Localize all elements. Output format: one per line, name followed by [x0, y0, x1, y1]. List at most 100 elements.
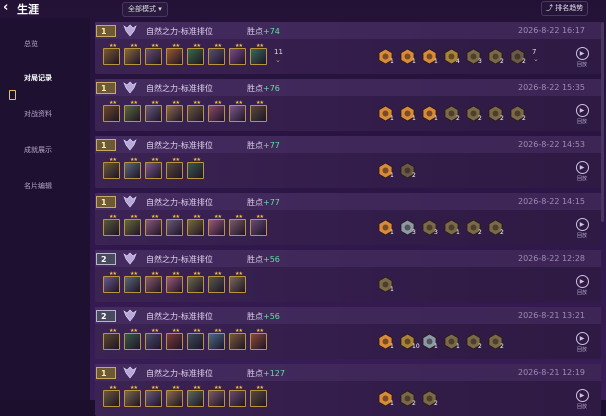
match-row[interactable]: 2 自然之力-标准排位 胜点+56 2026-8-21 13:21 ★★ ★★ ★★ ★★ ★★… [95, 307, 601, 359]
champion-portrait[interactable]: ★★ [124, 158, 141, 179]
champion-portrait[interactable]: ★★ [145, 329, 162, 350]
champion-portrait[interactable]: ★★ [250, 329, 267, 350]
trait-count: 3 [478, 58, 482, 65]
champion-portrait[interactable]: ★★ [187, 329, 204, 350]
champion-portrait[interactable]: ★★ [103, 272, 120, 293]
champion-portrait[interactable]: ★★ [103, 101, 120, 122]
star-level-icon: ★★ [256, 214, 264, 220]
champion-portrait[interactable]: ★★ [166, 44, 183, 65]
match-row[interactable]: 2 自然之力-标准排位 胜点+56 2026-8-22 12:28 ★★ ★★ ★★ ★★ ★★… [95, 250, 601, 302]
sidebar-item-achievements[interactable]: 成就展示 [24, 145, 52, 155]
champion-portrait[interactable]: ★★ [145, 215, 162, 236]
sidebar-item-card-edit[interactable]: 名片编辑 [24, 181, 52, 191]
match-row[interactable]: 1 自然之力-标准排位 胜点+127 2026-8-21 12:19 ★★ ★★ ★★ ★★ ★… [95, 364, 601, 416]
champion-portrait[interactable]: ★★ [229, 101, 246, 122]
champion-portrait[interactable]: ★★ [187, 386, 204, 407]
trait-count: 1 [390, 172, 394, 179]
placement-badge: 1 [96, 367, 116, 379]
star-level-icon: ★★ [109, 214, 117, 220]
match-row[interactable]: 1 自然之力-标准排位 胜点+77 2026-8-22 14:15 ★★ ★★ ★★ ★★ ★★… [95, 193, 601, 245]
mode-filter-dropdown[interactable]: 全部模式 ▾ [122, 2, 168, 17]
champion-portrait[interactable]: ★★ [208, 101, 225, 122]
champion-portrait[interactable]: ★★ [250, 386, 267, 407]
champion-portrait[interactable]: ★★ [229, 386, 246, 407]
replay-label: 回放 [576, 347, 587, 353]
champion-portrait[interactable]: ★★ [187, 272, 204, 293]
replay-button[interactable]: ▶ 回放 [573, 332, 591, 353]
champion-portrait[interactable]: ★★ [166, 272, 183, 293]
champion-portrait[interactable]: ★★ [208, 386, 225, 407]
scrollbar[interactable] [601, 22, 604, 222]
star-level-icon: ★★ [214, 328, 222, 334]
star-level-icon: ★★ [256, 100, 264, 106]
champion-portrait[interactable]: ★★ [103, 44, 120, 65]
play-icon: ▶ [575, 47, 589, 60]
champion-portrait[interactable]: ★★ [103, 329, 120, 350]
replay-button[interactable]: ▶ 回放 [573, 275, 591, 296]
replay-button[interactable]: ▶ 回放 [573, 104, 591, 125]
champion-portrait[interactable]: ★★ [166, 101, 183, 122]
champion-portrait[interactable]: ★★ [124, 44, 141, 65]
placement-badge: 1 [96, 196, 116, 208]
sidebar-item-battle-data[interactable]: 对战资料 [24, 109, 52, 119]
champion-portrait[interactable]: ★★ [187, 44, 204, 65]
champion-portrait[interactable]: ★★ [229, 329, 246, 350]
champion-portrait[interactable]: ★★ [103, 215, 120, 236]
champion-portrait[interactable]: ★★ [166, 215, 183, 236]
champion-portrait[interactable]: ★★ [145, 101, 162, 122]
champion-portrait[interactable]: ★★ [229, 215, 246, 236]
champion-portrait[interactable]: ★★ [124, 386, 141, 407]
champion-portrait[interactable]: ★★ [166, 386, 183, 407]
champion-portrait[interactable]: ★★ [250, 215, 267, 236]
champion-portrait[interactable]: ★★ [145, 386, 162, 407]
trait-count: 1 [456, 343, 460, 350]
match-row[interactable]: 1 自然之力-标准排位 胜点+76 2026-8-22 15:35 ★★ ★★ ★★ ★★ ★★… [95, 79, 601, 131]
match-date: 2026-8-22 12:28 [518, 254, 585, 263]
sidebar-item-overview[interactable]: 总览 [24, 39, 38, 49]
champion-portrait[interactable]: ★★ [208, 329, 225, 350]
rank-trend-button[interactable]: ⤴ 排名趋势 [541, 1, 589, 16]
rank-emblem-icon [123, 195, 137, 208]
champion-portrait[interactable]: ★★ [124, 272, 141, 293]
score-label-text: 胜点 [247, 369, 263, 378]
trait-count: 2 [522, 115, 526, 122]
match-row[interactable]: 1 自然之力-标准排位 胜点+74 2026-8-22 16:17 ★★ ★★ ★★ ★★ ★★… [95, 22, 601, 74]
mode-filter-label: 全部模式 [128, 5, 156, 13]
champion-portrait[interactable]: ★★ [145, 158, 162, 179]
match-date: 2026-8-22 14:15 [518, 197, 585, 206]
champion-portrait[interactable]: ★★ [229, 272, 246, 293]
champion-portrait[interactable]: ★★ [187, 158, 204, 179]
champion-portrait[interactable]: ★★ [124, 329, 141, 350]
champion-portrait[interactable]: ★★ [187, 215, 204, 236]
champion-portrait[interactable]: ★★ [124, 215, 141, 236]
match-row[interactable]: 1 自然之力-标准排位 胜点+77 2026-8-22 14:53 ★★ ★★ ★★ ★★ ★★… [95, 136, 601, 188]
replay-button[interactable]: ▶ 回放 [573, 47, 591, 68]
sidebar-item-match-history[interactable]: 对局记录 [24, 73, 52, 83]
expand-units-icon[interactable]: ⌄ [275, 56, 281, 64]
star-level-icon: ★★ [214, 385, 222, 391]
champion-portrait[interactable]: ★★ [145, 44, 162, 65]
champion-portrait[interactable]: ★★ [103, 158, 120, 179]
champion-portrait[interactable]: ★★ [208, 215, 225, 236]
expand-traits-icon[interactable]: ⌄ [533, 55, 539, 63]
champion-portrait[interactable]: ★★ [103, 386, 120, 407]
champion-portrait[interactable]: ★★ [229, 44, 246, 65]
chevron-left-icon[interactable]: ‹ [3, 0, 8, 15]
replay-button[interactable]: ▶ 回放 [573, 161, 591, 182]
champion-portrait[interactable]: ★★ [208, 272, 225, 293]
score-label-text: 胜点 [247, 312, 263, 321]
champion-portrait[interactable]: ★★ [250, 44, 267, 65]
trophy-icon [9, 90, 16, 100]
champion-portrait[interactable]: ★★ [166, 329, 183, 350]
page-title: 生涯 [17, 3, 39, 16]
champion-portrait[interactable]: ★★ [250, 101, 267, 122]
star-level-icon: ★★ [151, 385, 159, 391]
champion-portrait[interactable]: ★★ [145, 272, 162, 293]
extra-units-count: 11 [274, 48, 283, 56]
champion-portrait[interactable]: ★★ [187, 101, 204, 122]
champion-portrait[interactable]: ★★ [124, 101, 141, 122]
star-level-icon: ★★ [256, 385, 264, 391]
champion-portrait[interactable]: ★★ [166, 158, 183, 179]
replay-button[interactable]: ▶ 回放 [573, 218, 591, 239]
champion-portrait[interactable]: ★★ [208, 44, 225, 65]
